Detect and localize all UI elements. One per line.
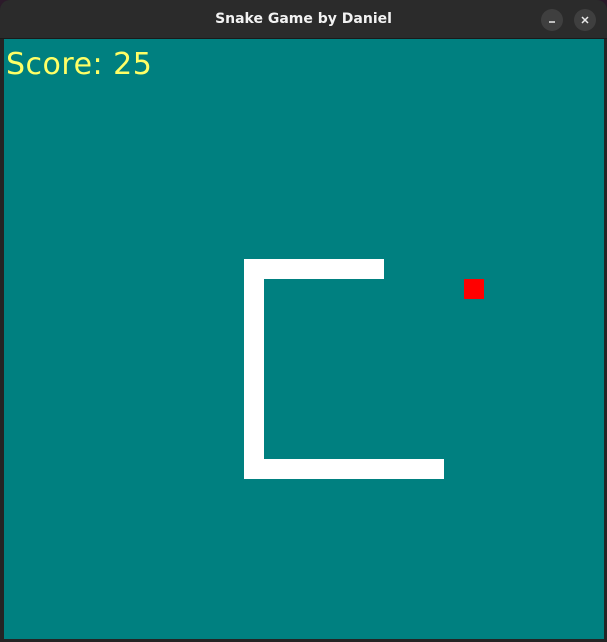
snake-segment-top [244,259,384,279]
snake-segment-bottom [244,459,444,479]
food-pellet [464,279,484,299]
app-window: Snake Game by Daniel Score: 25 [0,0,607,642]
window-title: Snake Game by Daniel [215,11,392,27]
game-canvas[interactable]: Score: 25 [4,39,604,639]
score-label: Score: 25 [6,47,153,82]
snake-segment-left [244,259,264,479]
title-bar[interactable]: Snake Game by Daniel [0,0,607,39]
close-icon [581,16,589,24]
close-button[interactable] [574,9,596,31]
minimize-icon [549,21,555,23]
minimize-button[interactable] [541,9,563,31]
